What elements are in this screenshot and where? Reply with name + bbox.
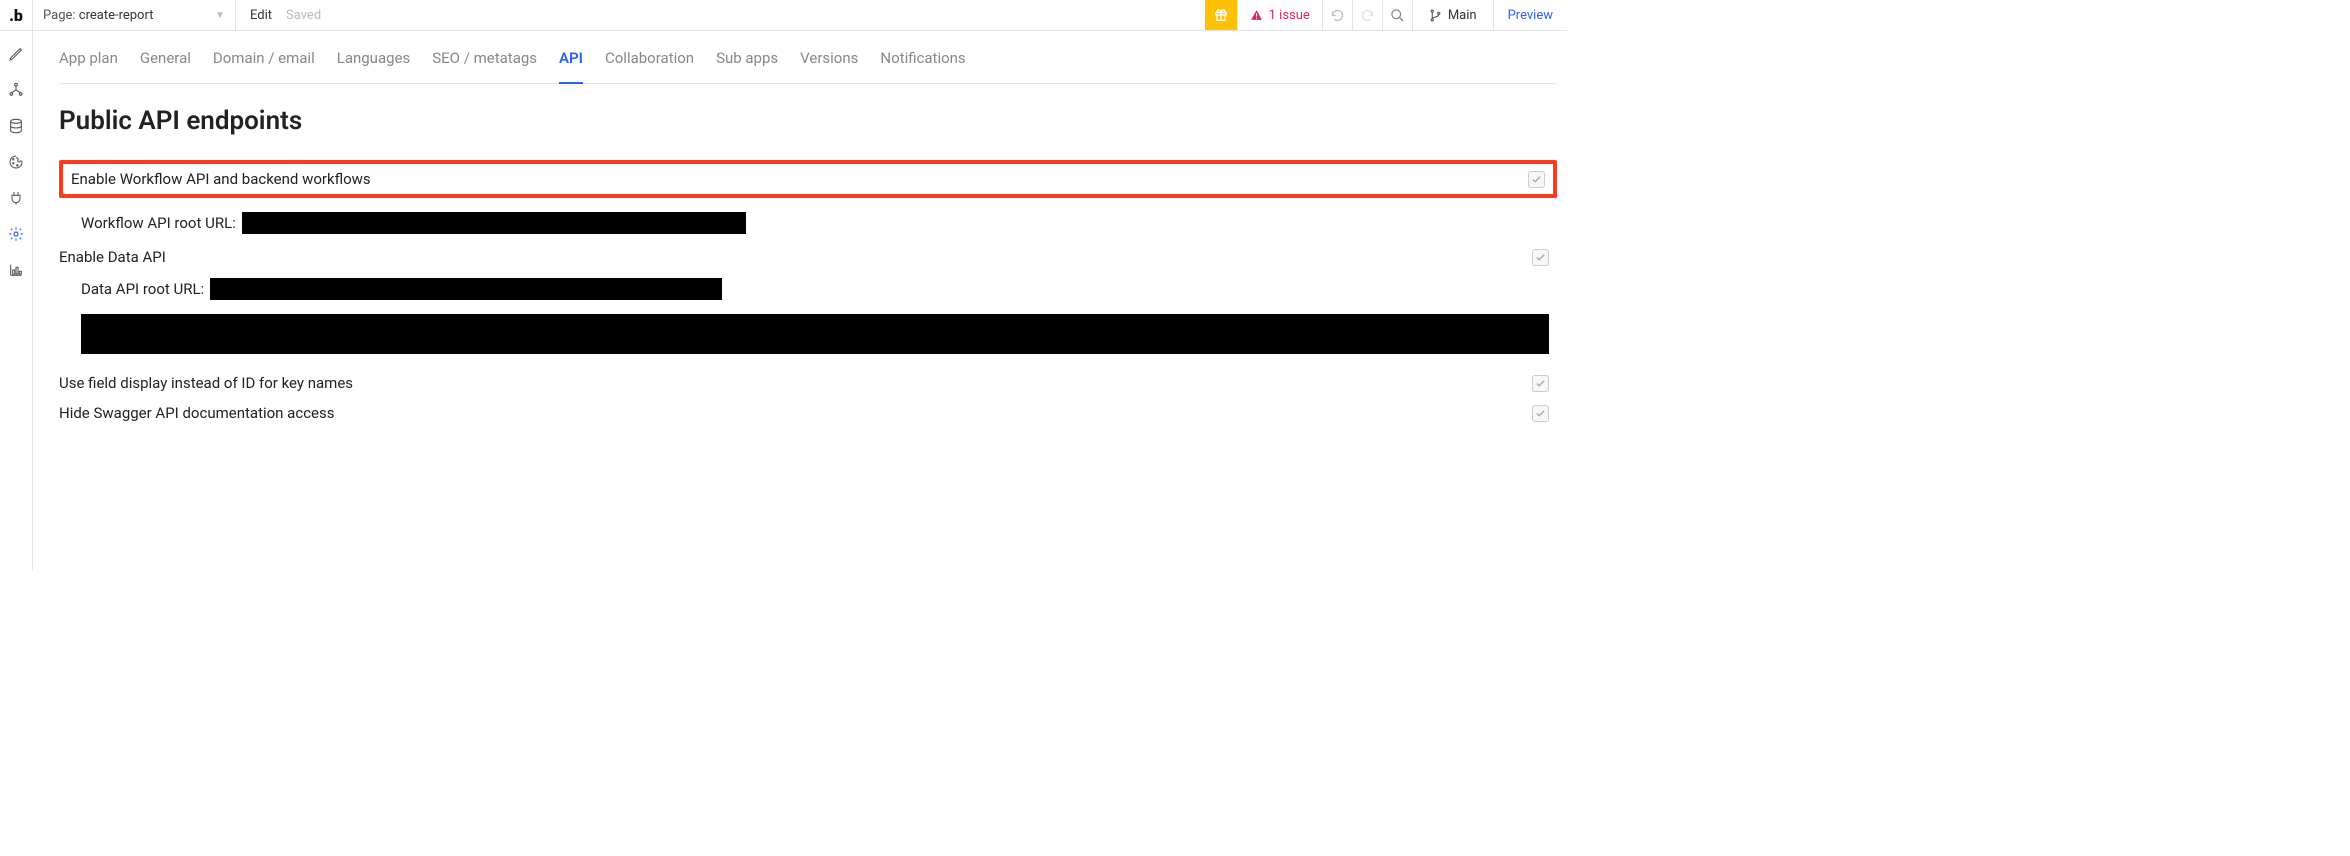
- workflow-api-url-value-redacted: [242, 212, 746, 234]
- side-rail: [0, 31, 33, 571]
- tab-app-plan[interactable]: App plan: [59, 49, 118, 71]
- tab-collaboration[interactable]: Collaboration: [605, 49, 694, 71]
- search-icon: [1390, 8, 1405, 23]
- tab-seo[interactable]: SEO / metatags: [432, 49, 537, 71]
- tab-domain-email[interactable]: Domain / email: [213, 49, 315, 71]
- hide-swagger-label: Hide Swagger API documentation access: [59, 404, 334, 422]
- gear-icon: [8, 226, 24, 242]
- check-icon: [1535, 252, 1546, 263]
- sidebar-settings[interactable]: [7, 225, 25, 243]
- redacted-block: [81, 314, 1549, 354]
- data-api-url-row: Data API root URL:: [59, 272, 1567, 308]
- enable-data-api-label: Enable Data API: [59, 248, 166, 266]
- enable-workflow-api-checkbox[interactable]: [1528, 171, 1545, 188]
- branch-name: Main: [1448, 8, 1477, 23]
- tab-sub-apps[interactable]: Sub apps: [716, 49, 778, 71]
- tab-general[interactable]: General: [140, 49, 191, 71]
- enable-workflow-api-row: Enable Workflow API and backend workflow…: [59, 160, 1557, 198]
- palette-icon: [8, 154, 24, 170]
- sidebar-styles[interactable]: [7, 153, 25, 171]
- check-icon: [1535, 408, 1546, 419]
- sidebar-plugins[interactable]: [7, 189, 25, 207]
- plugin-icon: [8, 190, 24, 206]
- workflow-icon: [8, 82, 24, 98]
- content-area: App plan General Domain / email Language…: [33, 31, 1567, 571]
- search-button[interactable]: [1382, 0, 1412, 30]
- issues-button[interactable]: 1 issue: [1237, 0, 1322, 30]
- tab-api[interactable]: API: [559, 49, 583, 71]
- check-icon: [1531, 174, 1542, 185]
- issue-count: 1 issue: [1269, 8, 1310, 23]
- page-title: Public API endpoints: [59, 106, 1567, 136]
- logo[interactable]: .b: [0, 0, 33, 30]
- pencil-icon: [8, 46, 24, 62]
- workflow-api-url-row: Workflow API root URL:: [59, 206, 1567, 242]
- preview-button[interactable]: Preview: [1493, 0, 1567, 30]
- enable-data-api-checkbox[interactable]: [1532, 249, 1549, 266]
- warning-icon: [1250, 9, 1263, 22]
- page-prefix: Page:: [43, 8, 76, 23]
- sidebar-design[interactable]: [7, 45, 25, 63]
- enable-data-api-row: Enable Data API: [59, 242, 1557, 272]
- field-display-checkbox[interactable]: [1532, 375, 1549, 392]
- database-icon: [8, 118, 24, 134]
- saved-status: Saved: [286, 8, 321, 23]
- page-selector[interactable]: Page: create-report ▼: [33, 0, 236, 30]
- tab-versions[interactable]: Versions: [800, 49, 858, 71]
- chart-icon: [8, 262, 24, 278]
- branch-selector[interactable]: Main: [1412, 0, 1493, 30]
- sidebar-data[interactable]: [7, 117, 25, 135]
- data-api-url-label: Data API root URL:: [81, 280, 204, 298]
- undo-icon: [1330, 8, 1345, 23]
- sidebar-logs[interactable]: [7, 261, 25, 279]
- field-display-row: Use field display instead of ID for key …: [59, 368, 1557, 398]
- data-api-url-value-redacted: [210, 278, 722, 300]
- top-bar: .b Page: create-report ▼ Edit Saved 1 is…: [0, 0, 1567, 31]
- field-display-label: Use field display instead of ID for key …: [59, 374, 353, 392]
- edit-label[interactable]: Edit: [250, 8, 272, 23]
- enable-workflow-api-label: Enable Workflow API and backend workflow…: [71, 170, 371, 188]
- caret-down-icon: ▼: [215, 10, 225, 21]
- workflow-api-url-label: Workflow API root URL:: [81, 214, 236, 232]
- page-name: create-report: [79, 8, 154, 23]
- tab-languages[interactable]: Languages: [337, 49, 411, 71]
- hide-swagger-checkbox[interactable]: [1532, 405, 1549, 422]
- tab-notifications[interactable]: Notifications: [880, 49, 965, 71]
- bubble-logo-icon: .b: [9, 6, 23, 25]
- edit-status-cell: Edit Saved: [236, 0, 1205, 30]
- sidebar-workflow[interactable]: [7, 81, 25, 99]
- gift-icon: [1214, 8, 1228, 22]
- gift-button[interactable]: [1205, 0, 1237, 30]
- redo-icon: [1360, 8, 1375, 23]
- redo-button[interactable]: [1352, 0, 1382, 30]
- branch-icon: [1429, 9, 1442, 22]
- settings-tabs: App plan General Domain / email Language…: [59, 31, 1557, 84]
- hide-swagger-row: Hide Swagger API documentation access: [59, 398, 1557, 428]
- check-icon: [1535, 378, 1546, 389]
- undo-button[interactable]: [1322, 0, 1352, 30]
